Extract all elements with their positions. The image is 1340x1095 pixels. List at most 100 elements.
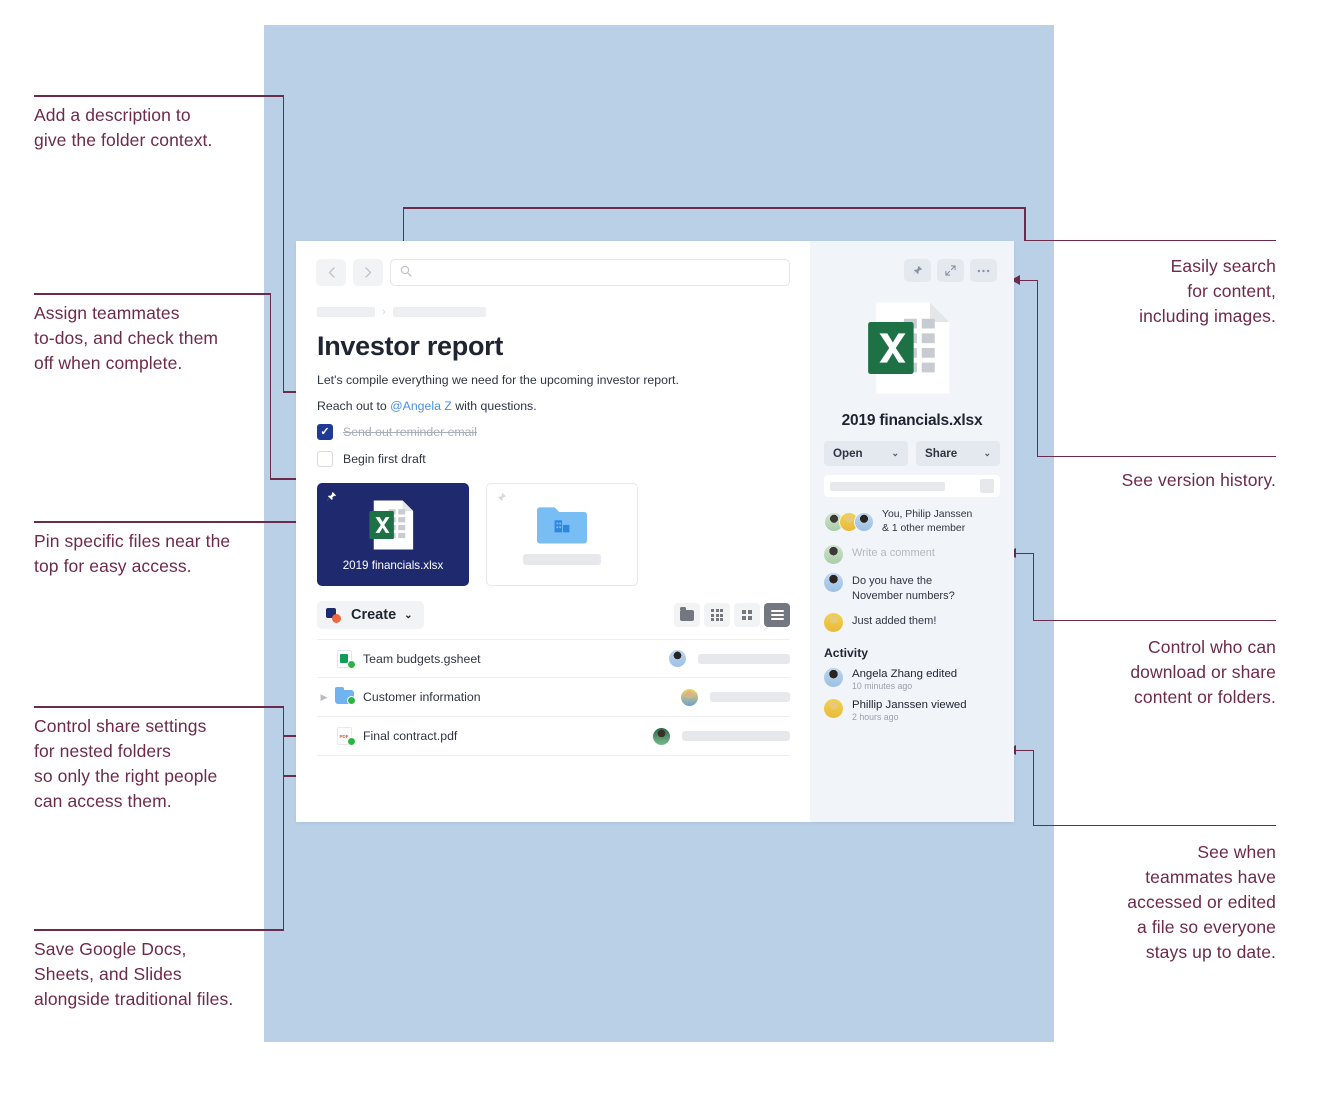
callout-download-share: Control who can download or share conten… — [1130, 637, 1276, 708]
todo-label: Begin first draft — [343, 452, 426, 466]
callout-todos: Assign teammates to-dos, and check them … — [34, 303, 219, 374]
folder-description: Let's compile everything we need for the… — [317, 373, 679, 387]
connector-gdocs-v — [282, 706, 285, 930]
blue-folder-icon — [537, 507, 587, 544]
table-row[interactable]: PDF Final contract.pdf — [317, 717, 790, 756]
breadcrumb: › — [296, 286, 810, 318]
sync-check-icon — [347, 696, 356, 705]
details-side-panel: 2019 financials.xlsx Open ⌄ Share ⌄ You,… — [810, 241, 1014, 822]
top-bar — [296, 241, 810, 286]
row-meta-placeholder — [698, 653, 790, 664]
view-folder-button[interactable] — [674, 603, 700, 627]
chevron-right-icon[interactable]: ▶ — [317, 692, 331, 703]
connector-description-h1 — [34, 95, 284, 97]
table-row[interactable]: Team budgets.gsheet — [317, 639, 790, 678]
expand-button[interactable] — [937, 259, 964, 282]
grid-4-icon — [742, 610, 752, 620]
chevron-down-icon: ⌄ — [404, 609, 413, 621]
connector-activity-h-arrow — [1016, 749, 1034, 752]
comment-item: Do you have the November numbers? — [810, 564, 1014, 604]
mention-link[interactable]: @Angela Z — [390, 399, 452, 413]
create-button-label: Create — [351, 607, 397, 623]
folder-file-icon — [331, 686, 357, 705]
todo-item[interactable]: Begin first draft — [296, 440, 810, 467]
comment-item: Just added them! — [810, 604, 1014, 632]
folder-card[interactable] — [486, 483, 638, 586]
excel-file-icon — [868, 302, 950, 394]
poster-stage: Add a description to give the folder con… — [0, 0, 1340, 1095]
connector-activity-v — [1032, 749, 1035, 826]
pin-button[interactable] — [904, 259, 931, 282]
breadcrumb-item[interactable] — [317, 307, 375, 317]
pin-icon[interactable] — [496, 492, 507, 506]
open-dropdown-label: Open — [833, 447, 863, 460]
gsheet-file-icon — [331, 649, 357, 669]
todo-label: Send out reminder email — [343, 425, 477, 439]
avatar — [669, 650, 686, 667]
list-icon — [770, 608, 784, 622]
todo-checkbox[interactable] — [317, 451, 333, 467]
breadcrumb-separator: › — [382, 306, 386, 318]
toolbar-row: Create ⌄ — [296, 586, 810, 629]
copy-button[interactable] — [980, 479, 994, 493]
page-title: Investor report — [317, 331, 504, 361]
activity-item: Phillip Janssen viewed 2 hours ago — [810, 691, 1014, 722]
avatar — [824, 668, 843, 687]
file-preview — [810, 296, 1014, 400]
activity-heading: Activity — [824, 646, 869, 660]
activity-item: Angela Zhang edited 10 minutes ago — [810, 660, 1014, 691]
comment-composer[interactable]: Write a comment — [810, 536, 1014, 565]
view-list-button[interactable] — [764, 603, 790, 627]
activity-title: Phillip Janssen viewed — [852, 699, 967, 711]
view-grid-large-button[interactable] — [704, 603, 730, 627]
create-button[interactable]: Create ⌄ — [317, 601, 424, 629]
pinned-file-card[interactable]: 2019 financials.xlsx — [317, 483, 469, 586]
forward-button[interactable] — [353, 259, 383, 286]
activity-time: 2 hours ago — [852, 712, 899, 722]
connector-description-v — [282, 95, 285, 392]
avatar — [681, 688, 698, 706]
more-button[interactable] — [970, 259, 997, 282]
folder-card-name-placeholder — [523, 554, 601, 565]
connector-todos-v — [269, 293, 272, 479]
avatar — [824, 613, 843, 632]
row-meta-placeholder — [682, 731, 790, 741]
chevron-down-icon: ⌄ — [983, 448, 991, 458]
open-dropdown[interactable]: Open ⌄ — [824, 441, 908, 466]
callout-version-history: See version history. — [1121, 470, 1276, 490]
file-name: Team budgets.gsheet — [363, 651, 481, 666]
folder-icon — [680, 606, 694, 621]
search-input[interactable] — [390, 259, 790, 286]
connector-download-h-arrow — [1016, 552, 1034, 555]
avatar-stack — [824, 512, 874, 533]
connector-activity-h — [1032, 824, 1276, 827]
connector-todos-h1 — [34, 293, 271, 295]
todo-item[interactable]: Send out reminder email — [296, 413, 810, 440]
comment-input-placeholder: Write a comment — [852, 547, 935, 560]
sync-check-icon — [347, 737, 356, 746]
view-grid-small-button[interactable] — [734, 603, 760, 627]
table-row[interactable]: ▶ Customer information — [317, 678, 790, 717]
todo-checkbox[interactable] — [317, 424, 333, 440]
grid-9-icon — [710, 608, 724, 622]
share-dropdown[interactable]: Share ⌄ — [916, 441, 1000, 466]
pin-icon[interactable] — [326, 491, 337, 505]
callout-activity: See when teammates have accessed or edit… — [1127, 842, 1276, 963]
connector-download-h — [1032, 619, 1276, 622]
comment-text: Do you have the November numbers? — [852, 575, 955, 603]
breadcrumb-item[interactable] — [392, 307, 486, 317]
avatar — [653, 727, 670, 745]
members-row[interactable]: You, Philip Janssen & 1 other member — [810, 497, 1014, 536]
avatar — [824, 545, 843, 565]
main-column: › Investor report Let's compile everythi… — [296, 241, 810, 822]
search-icon — [400, 264, 412, 282]
activity-time: 10 minutes ago — [852, 681, 913, 691]
avatar — [824, 573, 843, 593]
sync-check-icon — [347, 659, 356, 669]
back-button[interactable] — [316, 259, 346, 286]
side-panel-file-name: 2019 financials.xlsx — [841, 412, 983, 429]
share-link-placeholder — [830, 481, 945, 491]
share-link-input[interactable] — [824, 475, 1000, 497]
callout-description: Add a description to give the folder con… — [34, 105, 213, 151]
share-dropdown-label: Share — [925, 447, 958, 460]
